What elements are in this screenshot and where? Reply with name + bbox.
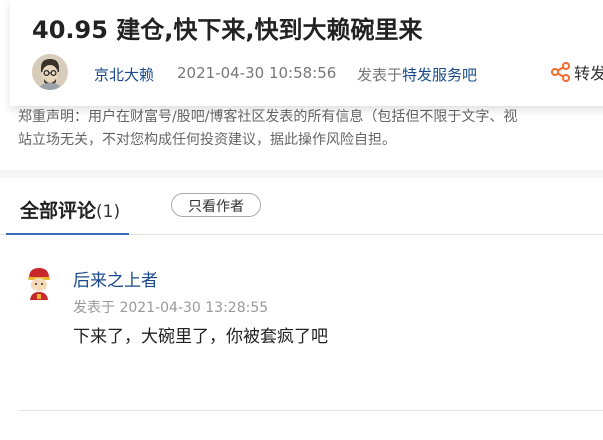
share-label: 转发 (574, 64, 603, 83)
author-avatar[interactable] (32, 54, 68, 90)
disclaimer-line-1: 郑重声明：用户在财富号/股吧/博客社区发表的所有信息（包括但不限于文字、视 (18, 109, 518, 125)
posted-in: 发表于特发服务吧 (357, 64, 477, 85)
author-only-button[interactable]: 只看作者 (171, 193, 261, 217)
forum-link[interactable]: 特发服务吧 (402, 66, 477, 84)
comments-panel: 全部评论(1) 只看作者 后来之上者 发表于 2021-04-30 13:28:… (0, 178, 603, 440)
post-title: 40.95 建仓,快下来,快到大赖碗里来 (32, 16, 423, 44)
tab-all-comments[interactable]: 全部评论(1) (6, 178, 129, 235)
share-button[interactable]: 转发 (550, 60, 603, 84)
comments-tabs-bar: 全部评论(1) 只看作者 (0, 178, 603, 235)
comment-text: 下来了，大碗里了，你被套疯了吧 (73, 327, 328, 347)
post-time: 2021-04-30 10:58:56 (177, 64, 337, 82)
sticky-post-header: 40.95 建仓,快下来,快到大赖碗里来 京北大赖 2021-04-30 10:… (10, 0, 603, 106)
active-tab-indicator (6, 233, 129, 235)
author-avatar-illustration (32, 54, 68, 90)
comment-time: 发表于 2021-04-30 13:28:55 (73, 300, 269, 316)
disclaimer-line-2: 站立场无关，不对您构成任何投资建议，据此操作风险自担。 (18, 132, 396, 148)
share-icon (550, 61, 572, 83)
comment-divider (18, 410, 603, 411)
commenter-avatar[interactable] (24, 266, 54, 300)
commenter-name-link[interactable]: 后来之上者 (73, 266, 158, 291)
posted-in-prefix: 发表于 (357, 66, 403, 84)
disclaimer-text: 郑重声明：用户在财富号/股吧/博客社区发表的所有信息（包括但不限于文字、视 站立… (18, 106, 603, 152)
author-name-link[interactable]: 京北大赖 (94, 64, 154, 85)
commenter-avatar-illustration (28, 268, 50, 300)
tab-all-comments-label: 全部评论 (20, 200, 97, 222)
tab-all-comments-count: (1) (96, 202, 121, 222)
comment-item: 后来之上者 发表于 2021-04-30 13:28:55 下来了，大碗里了，你… (0, 260, 603, 411)
